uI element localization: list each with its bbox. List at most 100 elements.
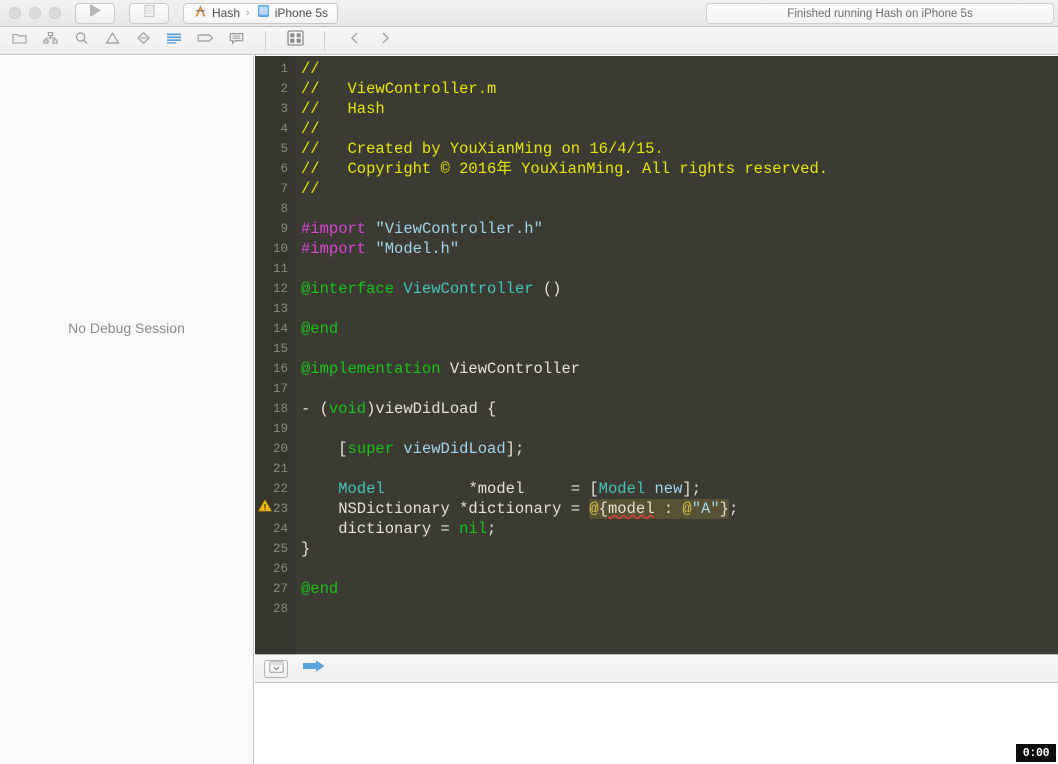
- line-number[interactable]: 22: [255, 479, 294, 499]
- code-line[interactable]: [295, 339, 1058, 359]
- code-line[interactable]: // ViewController.m: [295, 79, 1058, 99]
- sidebar-item-debug-navigator[interactable]: [163, 31, 185, 51]
- code-line[interactable]: Model *model = [Model new];: [295, 479, 1058, 499]
- code-line[interactable]: #import "ViewController.h": [295, 219, 1058, 239]
- code-line[interactable]: [295, 259, 1058, 279]
- stop-button[interactable]: [130, 3, 168, 24]
- line-number[interactable]: 5: [255, 139, 294, 159]
- xcode-window: Hash › iPhone 5s Finished running Hash o…: [0, 0, 1058, 764]
- line-number[interactable]: 24: [255, 519, 294, 539]
- sidebar-item-breakpoint-navigator[interactable]: [194, 31, 216, 51]
- code-token: ;: [487, 520, 496, 538]
- line-number[interactable]: 13: [255, 299, 294, 319]
- code-token: @: [589, 499, 598, 519]
- code-token: // Created by YouXianMing on 16/4/15.: [301, 140, 664, 158]
- line-number[interactable]: 27: [255, 579, 294, 599]
- breakpoint-navigator-icon: [197, 31, 214, 50]
- warning-triangle-icon[interactable]: [258, 499, 272, 512]
- source-editor[interactable]: 1234567891011121314151617181920212223242…: [255, 56, 1058, 654]
- scheme-selector[interactable]: Hash › iPhone 5s: [183, 3, 338, 24]
- line-number[interactable]: 20: [255, 439, 294, 459]
- code-token: [301, 480, 338, 498]
- code-line[interactable]: [295, 379, 1058, 399]
- line-number[interactable]: 4: [255, 119, 294, 139]
- code-line[interactable]: //: [295, 59, 1058, 79]
- code-token: [394, 280, 403, 298]
- code-line[interactable]: @end: [295, 319, 1058, 339]
- code-line[interactable]: [295, 299, 1058, 319]
- stop-icon: [143, 4, 156, 23]
- navigate-forward-button[interactable]: [374, 31, 396, 51]
- debug-navigator-pane[interactable]: No Debug Session: [0, 56, 254, 764]
- sidebar-item-issue-navigator[interactable]: [101, 31, 123, 51]
- project-navigator-icon: [12, 31, 27, 50]
- toggle-console-button[interactable]: [264, 660, 288, 678]
- line-number[interactable]: 11: [255, 259, 294, 279]
- line-number[interactable]: 3: [255, 99, 294, 119]
- editor-gutter[interactable]: 1234567891011121314151617181920212223242…: [255, 56, 295, 654]
- code-line[interactable]: #import "Model.h": [295, 239, 1058, 259]
- code-token: ;: [729, 500, 738, 518]
- line-number[interactable]: 17: [255, 379, 294, 399]
- code-token: //: [301, 120, 320, 138]
- sidebar-item-project-navigator[interactable]: [8, 31, 30, 51]
- minimize-button[interactable]: [29, 7, 41, 19]
- code-content[interactable]: //// ViewController.m// Hash//// Created…: [295, 56, 1058, 654]
- toolbar-divider-2: [324, 31, 325, 51]
- line-number[interactable]: 10: [255, 239, 294, 259]
- code-token: ];: [506, 440, 525, 458]
- code-token: //: [301, 60, 320, 78]
- line-number[interactable]: 28: [255, 599, 294, 619]
- code-line[interactable]: NSDictionary *dictionary = @{model : @"A…: [295, 499, 1058, 519]
- line-number-column: 1234567891011121314151617181920212223242…: [255, 56, 294, 619]
- code-token: - (: [301, 400, 329, 418]
- line-number[interactable]: 19: [255, 419, 294, 439]
- navigate-back-button[interactable]: [343, 31, 365, 51]
- line-number[interactable]: 21: [255, 459, 294, 479]
- code-line[interactable]: [super viewDidLoad];: [295, 439, 1058, 459]
- line-number[interactable]: 16: [255, 359, 294, 379]
- zoom-button[interactable]: [49, 7, 61, 19]
- line-number[interactable]: 8: [255, 199, 294, 219]
- line-number[interactable]: 12: [255, 279, 294, 299]
- code-line[interactable]: @interface ViewController (): [295, 279, 1058, 299]
- line-number[interactable]: 18: [255, 399, 294, 419]
- code-line[interactable]: - (void)viewDidLoad {: [295, 399, 1058, 419]
- line-number[interactable]: 25: [255, 539, 294, 559]
- close-button[interactable]: [9, 7, 21, 19]
- line-number[interactable]: 23: [255, 499, 294, 519]
- code-token: }: [301, 540, 310, 558]
- code-line[interactable]: [295, 199, 1058, 219]
- sidebar-item-find-navigator[interactable]: [70, 31, 92, 51]
- code-line[interactable]: // Copyright © 2016年 YouXianMing. All ri…: [295, 159, 1058, 179]
- sidebar-item-report-navigator[interactable]: [225, 31, 247, 51]
- line-number[interactable]: 7: [255, 179, 294, 199]
- code-line[interactable]: }: [295, 539, 1058, 559]
- line-number[interactable]: 26: [255, 559, 294, 579]
- sidebar-item-test-navigator[interactable]: [132, 31, 154, 51]
- code-line[interactable]: //: [295, 179, 1058, 199]
- code-line[interactable]: [295, 419, 1058, 439]
- code-line[interactable]: dictionary = nil;: [295, 519, 1058, 539]
- code-line[interactable]: @implementation ViewController: [295, 359, 1058, 379]
- line-number[interactable]: 14: [255, 319, 294, 339]
- code-line[interactable]: @end: [295, 579, 1058, 599]
- code-token: }: [720, 499, 729, 519]
- line-number[interactable]: 15: [255, 339, 294, 359]
- sidebar-item-symbol-navigator[interactable]: [39, 31, 61, 51]
- code-line[interactable]: [295, 559, 1058, 579]
- run-button[interactable]: [76, 3, 114, 24]
- code-line[interactable]: //: [295, 119, 1058, 139]
- traffic-lights: [0, 7, 61, 19]
- line-number[interactable]: 9: [255, 219, 294, 239]
- stop-group: [129, 3, 169, 24]
- line-number[interactable]: 6: [255, 159, 294, 179]
- step-into-button[interactable]: [302, 660, 324, 678]
- related-items-button[interactable]: [284, 31, 306, 51]
- code-line[interactable]: [295, 599, 1058, 619]
- code-line[interactable]: [295, 459, 1058, 479]
- code-line[interactable]: // Created by YouXianMing on 16/4/15.: [295, 139, 1058, 159]
- line-number[interactable]: 1: [255, 59, 294, 79]
- line-number[interactable]: 2: [255, 79, 294, 99]
- code-line[interactable]: // Hash: [295, 99, 1058, 119]
